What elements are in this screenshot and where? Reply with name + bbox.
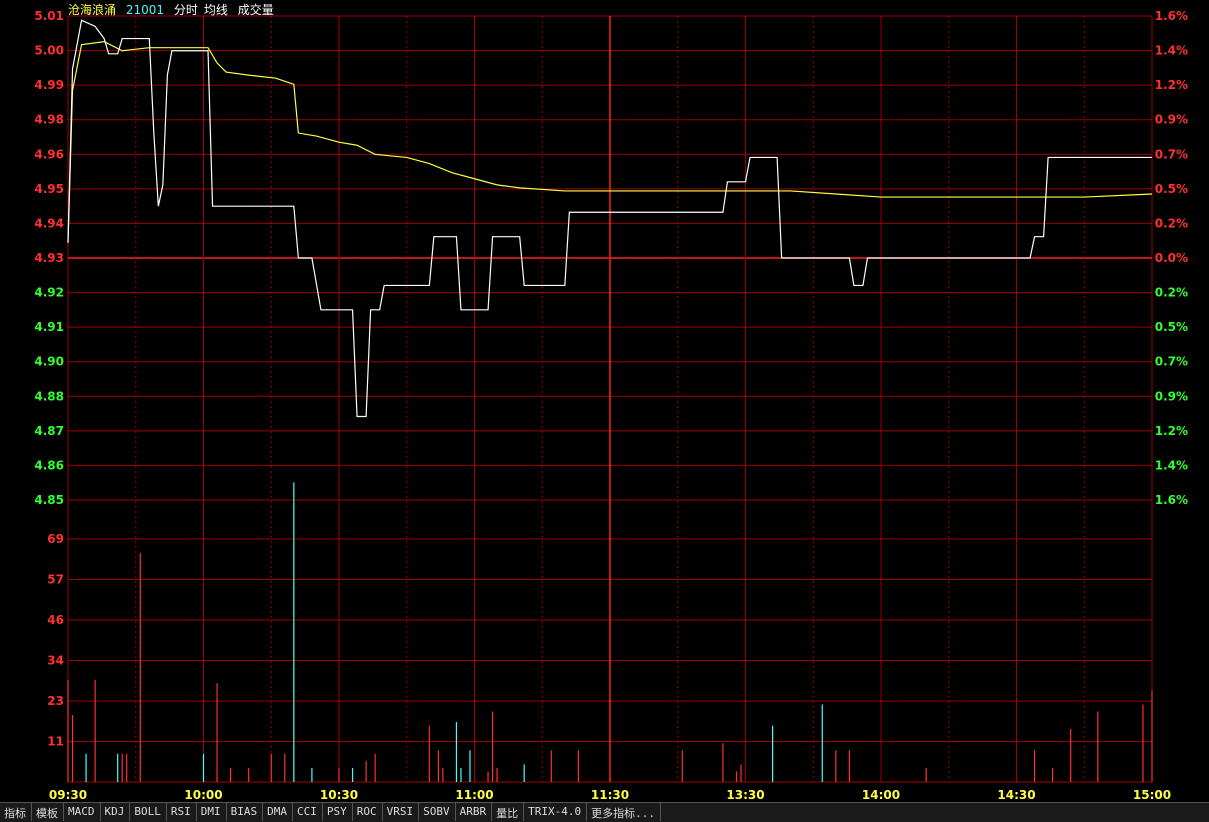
pct-tick-label: 0.7%	[1155, 355, 1188, 369]
price-tick-label: 4.93	[34, 251, 64, 265]
pct-tick-label: 1.6%	[1155, 493, 1188, 507]
time-tick-label: 14:30	[997, 788, 1035, 802]
indicator-tab-13[interactable]: SOBV	[419, 803, 456, 821]
price-tick-label: 5.01	[34, 9, 64, 23]
volume-tick-label: 46	[47, 613, 64, 627]
price-tick-label: 4.87	[34, 424, 64, 438]
indicator-tab-0[interactable]: 指标	[0, 803, 32, 821]
price-tick-label: 4.90	[34, 355, 64, 369]
pct-tick-label: 1.4%	[1155, 458, 1188, 472]
pct-tick-label: 0.9%	[1155, 389, 1188, 403]
time-tick-label: 09:30	[49, 788, 87, 802]
indicator-tab-3[interactable]: KDJ	[101, 803, 131, 821]
pct-tick-label: 1.4%	[1155, 44, 1188, 58]
time-tick-label: 11:00	[455, 788, 493, 802]
price-tick-label: 4.91	[34, 320, 64, 334]
indicator-tab-8[interactable]: DMA	[263, 803, 293, 821]
view-label: 分时	[173, 3, 198, 17]
time-tick-label: 13:30	[726, 788, 764, 802]
volume-tick-label: 34	[47, 654, 64, 668]
pct-tick-label: 0.9%	[1155, 113, 1188, 127]
indicator-tab-4[interactable]: BOLL	[130, 803, 167, 821]
volume-tick-label: 23	[47, 694, 64, 708]
price-tick-label: 4.88	[34, 389, 64, 403]
indicator-tab-12[interactable]: VRSI	[383, 803, 420, 821]
indicator-tab-bar: 指标 模板 MACD KDJ BOLL RSI DMI BIAS DMA CCI PSY ROC VRS…	[0, 802, 1209, 822]
time-tick-label: 14:00	[862, 788, 900, 802]
time-tick-label: 10:30	[320, 788, 358, 802]
pct-tick-label: 0.2%	[1155, 216, 1188, 230]
indicator-tab-10[interactable]: PSY	[323, 803, 353, 821]
time-tick-label: 10:00	[184, 788, 222, 802]
stock-code: 21001	[125, 3, 165, 17]
time-tick-label: 15:00	[1133, 788, 1171, 802]
indicator-tab-7[interactable]: BIAS	[227, 803, 264, 821]
price-tick-label: 4.98	[34, 113, 64, 127]
indicator-tab-9[interactable]: CCI	[293, 803, 323, 821]
volume-label: 成交量	[237, 3, 274, 17]
pct-tick-label: 1.2%	[1155, 424, 1188, 438]
volume-tick-label: 69	[47, 532, 64, 546]
pct-tick-label: 0.5%	[1155, 320, 1188, 334]
price-tick-label: 4.94	[34, 216, 64, 230]
price-tick-label: 4.86	[34, 458, 64, 472]
pct-tick-label: 0.0%	[1155, 251, 1188, 265]
indicator-tab-11[interactable]: ROC	[353, 803, 383, 821]
indicator-tab-5[interactable]: RSI	[167, 803, 197, 821]
indicator-tab-17[interactable]: 更多指标...	[587, 803, 661, 821]
indicator-tab-16[interactable]: TRIX-4.0	[524, 803, 588, 821]
price-tick-label: 4.95	[34, 182, 64, 196]
indicator-tab-6[interactable]: DMI	[197, 803, 227, 821]
indicator-tab-15[interactable]: 量比	[492, 803, 525, 821]
pct-tick-label: 1.2%	[1155, 78, 1188, 92]
price-tick-label: 4.96	[34, 147, 64, 161]
price-tick-label: 5.00	[34, 44, 64, 58]
avg-line-label: 均线	[203, 3, 228, 17]
chart-header: 沧海浪涌 21001 分时 均线 成交量	[68, 1, 280, 18]
price-tick-label: 4.92	[34, 286, 64, 300]
price-tick-label: 4.85	[34, 493, 64, 507]
price-tick-label: 4.99	[34, 78, 64, 92]
pct-tick-label: 0.7%	[1155, 147, 1188, 161]
pct-tick-label: 1.6%	[1155, 9, 1188, 23]
intraday-chart: 5.01 1.6% 5.00 1.4% 4.99 1.2% 4.98 0.9% 4.96 0.7%…	[34, 9, 1188, 802]
time-tick-label: 11:30	[591, 788, 629, 802]
indicator-tab-1[interactable]: 模板	[32, 803, 64, 821]
pct-tick-label: 0.5%	[1155, 182, 1188, 196]
stock-name: 沧海浪涌	[68, 3, 117, 17]
volume-tick-label: 57	[47, 573, 64, 587]
indicator-tab-2[interactable]: MACD	[64, 803, 101, 821]
pct-tick-label: 0.2%	[1155, 286, 1188, 300]
indicator-tab-14[interactable]: ARBR	[456, 803, 493, 821]
volume-tick-label: 11	[47, 735, 64, 749]
